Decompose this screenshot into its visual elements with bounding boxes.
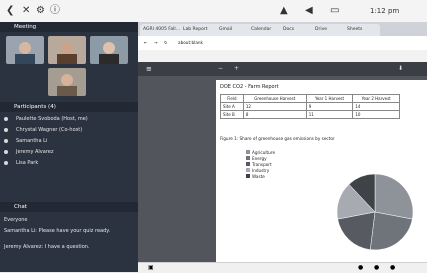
browser-window: AGRI 4005 Fall... Lab Report Gmail Calen…	[138, 22, 427, 273]
table-header: Year 1 Harvest	[305, 94, 354, 103]
legend-swatch	[246, 174, 250, 178]
participant-video[interactable]	[48, 36, 86, 64]
pdf-toolbar: ≡ − + ⬇	[138, 62, 427, 76]
pdf-page: DOE CO2 - Farm Report Field Greenhouse H…	[216, 80, 427, 262]
participant-row[interactable]: Lisa Park	[4, 159, 132, 168]
close-icon[interactable]: ✕	[22, 5, 30, 17]
chart-legend: Agriculture Energy Transport Industry Wa…	[246, 150, 275, 180]
table-header: Greenhouse Harvest	[242, 94, 307, 103]
start-icon[interactable]: ▣	[148, 264, 154, 271]
chat-header[interactable]: Chat	[0, 202, 138, 212]
mic-icon[interactable]	[4, 127, 8, 132]
pdf-title: DOE CO2 - Farm Report	[220, 84, 279, 90]
browser-tab[interactable]: Docs	[280, 24, 316, 36]
legend-swatch	[246, 156, 250, 160]
table-header: Year 2 Harvest	[352, 94, 400, 103]
address-bar[interactable]: ← → ↻ about:blank	[138, 36, 427, 51]
meeting-panel: Meeting Participants (4) Paulette Svobod…	[0, 22, 138, 272]
participant-video[interactable]	[48, 68, 86, 96]
meeting-header: Meeting	[0, 22, 138, 32]
participant-row[interactable]: Jeremy Alvarez	[4, 148, 132, 157]
chat-message: Everyone	[4, 217, 28, 223]
url-text[interactable]: about:blank	[178, 40, 203, 45]
app-icon[interactable]: ●	[358, 264, 363, 271]
pie-slice	[374, 173, 414, 220]
pdf-viewer: DOE CO2 - Farm Report Field Greenhouse H…	[138, 76, 427, 262]
chat-message: Jeremy Alvarez: I have a question.	[4, 244, 90, 250]
volume-icon[interactable]: ◀	[305, 5, 313, 17]
chat-message: Samantha Li: Please have your quiz ready…	[4, 228, 111, 234]
app-icon[interactable]: ●	[390, 264, 395, 271]
browser-tab[interactable]: Drive	[312, 24, 348, 36]
participant-row[interactable]: Samantha Li	[4, 137, 132, 146]
menu-icon[interactable]: ≡	[146, 65, 152, 73]
back-icon[interactable]: ←	[144, 40, 148, 45]
mic-icon[interactable]	[4, 138, 8, 143]
legend-swatch	[246, 150, 250, 154]
mic-icon[interactable]	[4, 149, 8, 154]
tab-strip: AGRI 4005 Fall... Lab Report Gmail Calen…	[138, 22, 427, 36]
pie-chart	[336, 173, 414, 251]
legend-swatch	[246, 168, 250, 172]
gear-icon[interactable]: ⚙	[36, 5, 45, 17]
battery-icon: ▭	[330, 5, 340, 16]
system-top-bar: ❮ ✕ ⚙ ⓘ ▲ ◀ ▭ 1:12 pm	[0, 0, 427, 23]
participant-video[interactable]	[6, 36, 44, 64]
zoom-out-icon[interactable]: −	[218, 65, 223, 72]
legend-swatch	[246, 162, 250, 166]
download-icon[interactable]: ⬇	[398, 65, 403, 72]
taskbar: ▣ ● ● ●	[138, 262, 427, 273]
browser-tab[interactable]: AGRI 4005 Fall...	[140, 24, 184, 36]
clock: 1:12 pm	[370, 7, 400, 15]
chart-caption: Figure 1: Share of greenhouse gas emissi…	[220, 136, 335, 141]
reload-icon[interactable]: ↻	[164, 40, 168, 45]
table-row: Site A 12 9 14	[220, 102, 400, 111]
browser-tab[interactable]: Sheets	[344, 24, 380, 36]
participants-header[interactable]: Participants (4)	[0, 102, 138, 112]
browser-tab[interactable]: Gmail	[216, 24, 252, 36]
table-row: Site B 8 11 10	[220, 110, 400, 119]
table-header: Field	[220, 94, 244, 103]
mic-icon[interactable]	[4, 160, 8, 165]
data-table: Field Greenhouse Harvest Year 1 Harvest …	[220, 94, 400, 119]
legend-item: Waste	[246, 174, 275, 180]
mic-icon[interactable]	[4, 116, 8, 121]
wifi-icon[interactable]: ▲	[280, 5, 288, 17]
zoom-in-icon[interactable]: +	[234, 65, 239, 72]
info-icon[interactable]: ⓘ	[50, 5, 60, 17]
back-icon[interactable]: ❮	[6, 5, 14, 17]
browser-tab[interactable]: Calendar	[248, 24, 284, 36]
participant-video[interactable]	[90, 36, 128, 64]
browser-tab[interactable]: Lab Report	[180, 24, 220, 36]
app-icon[interactable]: ●	[374, 264, 379, 271]
forward-icon[interactable]: →	[154, 40, 158, 45]
participant-row[interactable]: Chrystal Wagner (Co-host)	[4, 126, 132, 135]
pie-slice	[369, 211, 413, 251]
participant-row[interactable]: Paulette Svoboda (Host, me)	[4, 115, 132, 124]
